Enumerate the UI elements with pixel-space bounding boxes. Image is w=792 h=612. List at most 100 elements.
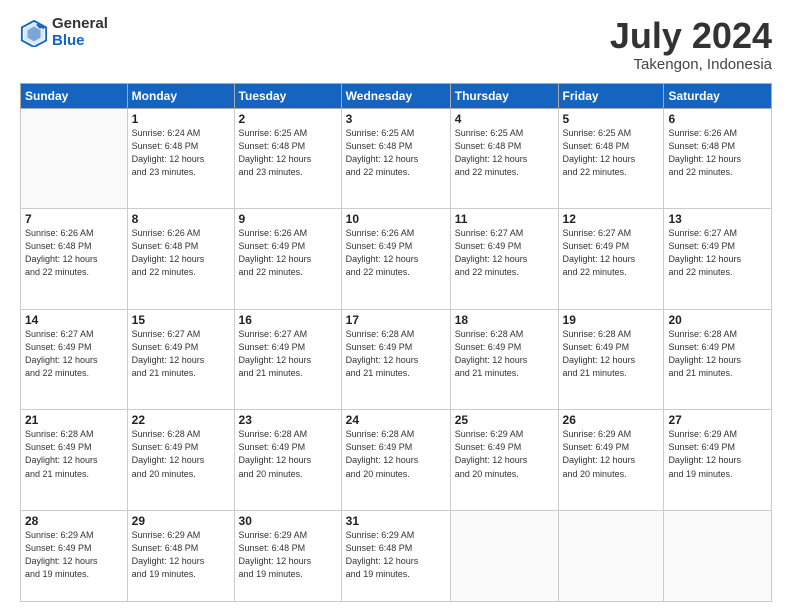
- calendar-cell: [664, 510, 772, 601]
- day-number: 10: [346, 212, 446, 226]
- day-info: Sunrise: 6:27 AM Sunset: 6:49 PM Dayligh…: [25, 328, 123, 380]
- header-friday: Friday: [558, 83, 664, 108]
- header-saturday: Saturday: [664, 83, 772, 108]
- day-number: 21: [25, 413, 123, 427]
- day-info: Sunrise: 6:26 AM Sunset: 6:48 PM Dayligh…: [25, 227, 123, 279]
- calendar-cell: 21Sunrise: 6:28 AM Sunset: 6:49 PM Dayli…: [21, 410, 128, 511]
- logo: General Blue: [20, 16, 108, 49]
- header-monday: Monday: [127, 83, 234, 108]
- day-info: Sunrise: 6:27 AM Sunset: 6:49 PM Dayligh…: [455, 227, 554, 279]
- day-number: 28: [25, 514, 123, 528]
- calendar-cell: 5Sunrise: 6:25 AM Sunset: 6:48 PM Daylig…: [558, 108, 664, 209]
- day-number: 16: [239, 313, 337, 327]
- day-info: Sunrise: 6:29 AM Sunset: 6:48 PM Dayligh…: [132, 529, 230, 581]
- calendar-cell: [558, 510, 664, 601]
- calendar-cell: 11Sunrise: 6:27 AM Sunset: 6:49 PM Dayli…: [450, 209, 558, 310]
- calendar-cell: 25Sunrise: 6:29 AM Sunset: 6:49 PM Dayli…: [450, 410, 558, 511]
- day-number: 22: [132, 413, 230, 427]
- calendar-cell: 7Sunrise: 6:26 AM Sunset: 6:48 PM Daylig…: [21, 209, 128, 310]
- day-number: 5: [563, 112, 660, 126]
- calendar-cell: 24Sunrise: 6:28 AM Sunset: 6:49 PM Dayli…: [341, 410, 450, 511]
- calendar-cell: 22Sunrise: 6:28 AM Sunset: 6:49 PM Dayli…: [127, 410, 234, 511]
- logo-icon: [20, 19, 48, 47]
- day-info: Sunrise: 6:29 AM Sunset: 6:49 PM Dayligh…: [25, 529, 123, 581]
- day-number: 23: [239, 413, 337, 427]
- day-info: Sunrise: 6:26 AM Sunset: 6:49 PM Dayligh…: [239, 227, 337, 279]
- calendar-cell: [21, 108, 128, 209]
- day-info: Sunrise: 6:29 AM Sunset: 6:49 PM Dayligh…: [455, 428, 554, 480]
- day-info: Sunrise: 6:29 AM Sunset: 6:48 PM Dayligh…: [346, 529, 446, 581]
- calendar-cell: 26Sunrise: 6:29 AM Sunset: 6:49 PM Dayli…: [558, 410, 664, 511]
- header-sunday: Sunday: [21, 83, 128, 108]
- logo-blue: Blue: [52, 33, 108, 50]
- day-number: 3: [346, 112, 446, 126]
- calendar-cell: 17Sunrise: 6:28 AM Sunset: 6:49 PM Dayli…: [341, 309, 450, 410]
- day-info: Sunrise: 6:27 AM Sunset: 6:49 PM Dayligh…: [668, 227, 767, 279]
- day-number: 9: [239, 212, 337, 226]
- weekday-header-row: Sunday Monday Tuesday Wednesday Thursday…: [21, 83, 772, 108]
- day-info: Sunrise: 6:27 AM Sunset: 6:49 PM Dayligh…: [132, 328, 230, 380]
- calendar-cell: 27Sunrise: 6:29 AM Sunset: 6:49 PM Dayli…: [664, 410, 772, 511]
- day-info: Sunrise: 6:28 AM Sunset: 6:49 PM Dayligh…: [346, 428, 446, 480]
- day-info: Sunrise: 6:28 AM Sunset: 6:49 PM Dayligh…: [563, 328, 660, 380]
- day-number: 25: [455, 413, 554, 427]
- day-number: 29: [132, 514, 230, 528]
- header: General Blue July 2024 Takengon, Indones…: [20, 16, 772, 73]
- day-info: Sunrise: 6:24 AM Sunset: 6:48 PM Dayligh…: [132, 127, 230, 179]
- day-number: 30: [239, 514, 337, 528]
- day-number: 12: [563, 212, 660, 226]
- calendar-cell: 8Sunrise: 6:26 AM Sunset: 6:48 PM Daylig…: [127, 209, 234, 310]
- day-info: Sunrise: 6:28 AM Sunset: 6:49 PM Dayligh…: [239, 428, 337, 480]
- day-info: Sunrise: 6:25 AM Sunset: 6:48 PM Dayligh…: [346, 127, 446, 179]
- title-block: July 2024 Takengon, Indonesia: [610, 16, 772, 73]
- day-info: Sunrise: 6:25 AM Sunset: 6:48 PM Dayligh…: [455, 127, 554, 179]
- calendar-cell: 18Sunrise: 6:28 AM Sunset: 6:49 PM Dayli…: [450, 309, 558, 410]
- calendar-cell: 20Sunrise: 6:28 AM Sunset: 6:49 PM Dayli…: [664, 309, 772, 410]
- day-number: 24: [346, 413, 446, 427]
- month-title: July 2024: [610, 16, 772, 56]
- day-number: 1: [132, 112, 230, 126]
- calendar-cell: [450, 510, 558, 601]
- day-number: 2: [239, 112, 337, 126]
- day-info: Sunrise: 6:26 AM Sunset: 6:48 PM Dayligh…: [668, 127, 767, 179]
- day-number: 8: [132, 212, 230, 226]
- day-info: Sunrise: 6:27 AM Sunset: 6:49 PM Dayligh…: [239, 328, 337, 380]
- day-number: 4: [455, 112, 554, 126]
- calendar-week-2: 7Sunrise: 6:26 AM Sunset: 6:48 PM Daylig…: [21, 209, 772, 310]
- calendar-cell: 12Sunrise: 6:27 AM Sunset: 6:49 PM Dayli…: [558, 209, 664, 310]
- day-number: 26: [563, 413, 660, 427]
- calendar-week-5: 28Sunrise: 6:29 AM Sunset: 6:49 PM Dayli…: [21, 510, 772, 601]
- calendar-week-4: 21Sunrise: 6:28 AM Sunset: 6:49 PM Dayli…: [21, 410, 772, 511]
- day-info: Sunrise: 6:29 AM Sunset: 6:49 PM Dayligh…: [563, 428, 660, 480]
- calendar-cell: 30Sunrise: 6:29 AM Sunset: 6:48 PM Dayli…: [234, 510, 341, 601]
- calendar-cell: 19Sunrise: 6:28 AM Sunset: 6:49 PM Dayli…: [558, 309, 664, 410]
- calendar-cell: 15Sunrise: 6:27 AM Sunset: 6:49 PM Dayli…: [127, 309, 234, 410]
- calendar-cell: 29Sunrise: 6:29 AM Sunset: 6:48 PM Dayli…: [127, 510, 234, 601]
- day-info: Sunrise: 6:27 AM Sunset: 6:49 PM Dayligh…: [563, 227, 660, 279]
- day-info: Sunrise: 6:28 AM Sunset: 6:49 PM Dayligh…: [455, 328, 554, 380]
- calendar-cell: 1Sunrise: 6:24 AM Sunset: 6:48 PM Daylig…: [127, 108, 234, 209]
- calendar-cell: 3Sunrise: 6:25 AM Sunset: 6:48 PM Daylig…: [341, 108, 450, 209]
- calendar-cell: 2Sunrise: 6:25 AM Sunset: 6:48 PM Daylig…: [234, 108, 341, 209]
- day-number: 27: [668, 413, 767, 427]
- day-info: Sunrise: 6:25 AM Sunset: 6:48 PM Dayligh…: [563, 127, 660, 179]
- day-number: 19: [563, 313, 660, 327]
- day-number: 7: [25, 212, 123, 226]
- calendar-cell: 9Sunrise: 6:26 AM Sunset: 6:49 PM Daylig…: [234, 209, 341, 310]
- day-info: Sunrise: 6:26 AM Sunset: 6:48 PM Dayligh…: [132, 227, 230, 279]
- location-subtitle: Takengon, Indonesia: [610, 56, 772, 73]
- day-info: Sunrise: 6:28 AM Sunset: 6:49 PM Dayligh…: [668, 328, 767, 380]
- day-number: 20: [668, 313, 767, 327]
- calendar-cell: 4Sunrise: 6:25 AM Sunset: 6:48 PM Daylig…: [450, 108, 558, 209]
- day-info: Sunrise: 6:28 AM Sunset: 6:49 PM Dayligh…: [346, 328, 446, 380]
- logo-general: General: [52, 16, 108, 33]
- day-number: 17: [346, 313, 446, 327]
- day-number: 14: [25, 313, 123, 327]
- day-info: Sunrise: 6:28 AM Sunset: 6:49 PM Dayligh…: [25, 428, 123, 480]
- day-info: Sunrise: 6:26 AM Sunset: 6:49 PM Dayligh…: [346, 227, 446, 279]
- day-number: 31: [346, 514, 446, 528]
- calendar-cell: 28Sunrise: 6:29 AM Sunset: 6:49 PM Dayli…: [21, 510, 128, 601]
- calendar-table: Sunday Monday Tuesday Wednesday Thursday…: [20, 83, 772, 602]
- calendar-page: General Blue July 2024 Takengon, Indones…: [0, 0, 792, 612]
- calendar-week-3: 14Sunrise: 6:27 AM Sunset: 6:49 PM Dayli…: [21, 309, 772, 410]
